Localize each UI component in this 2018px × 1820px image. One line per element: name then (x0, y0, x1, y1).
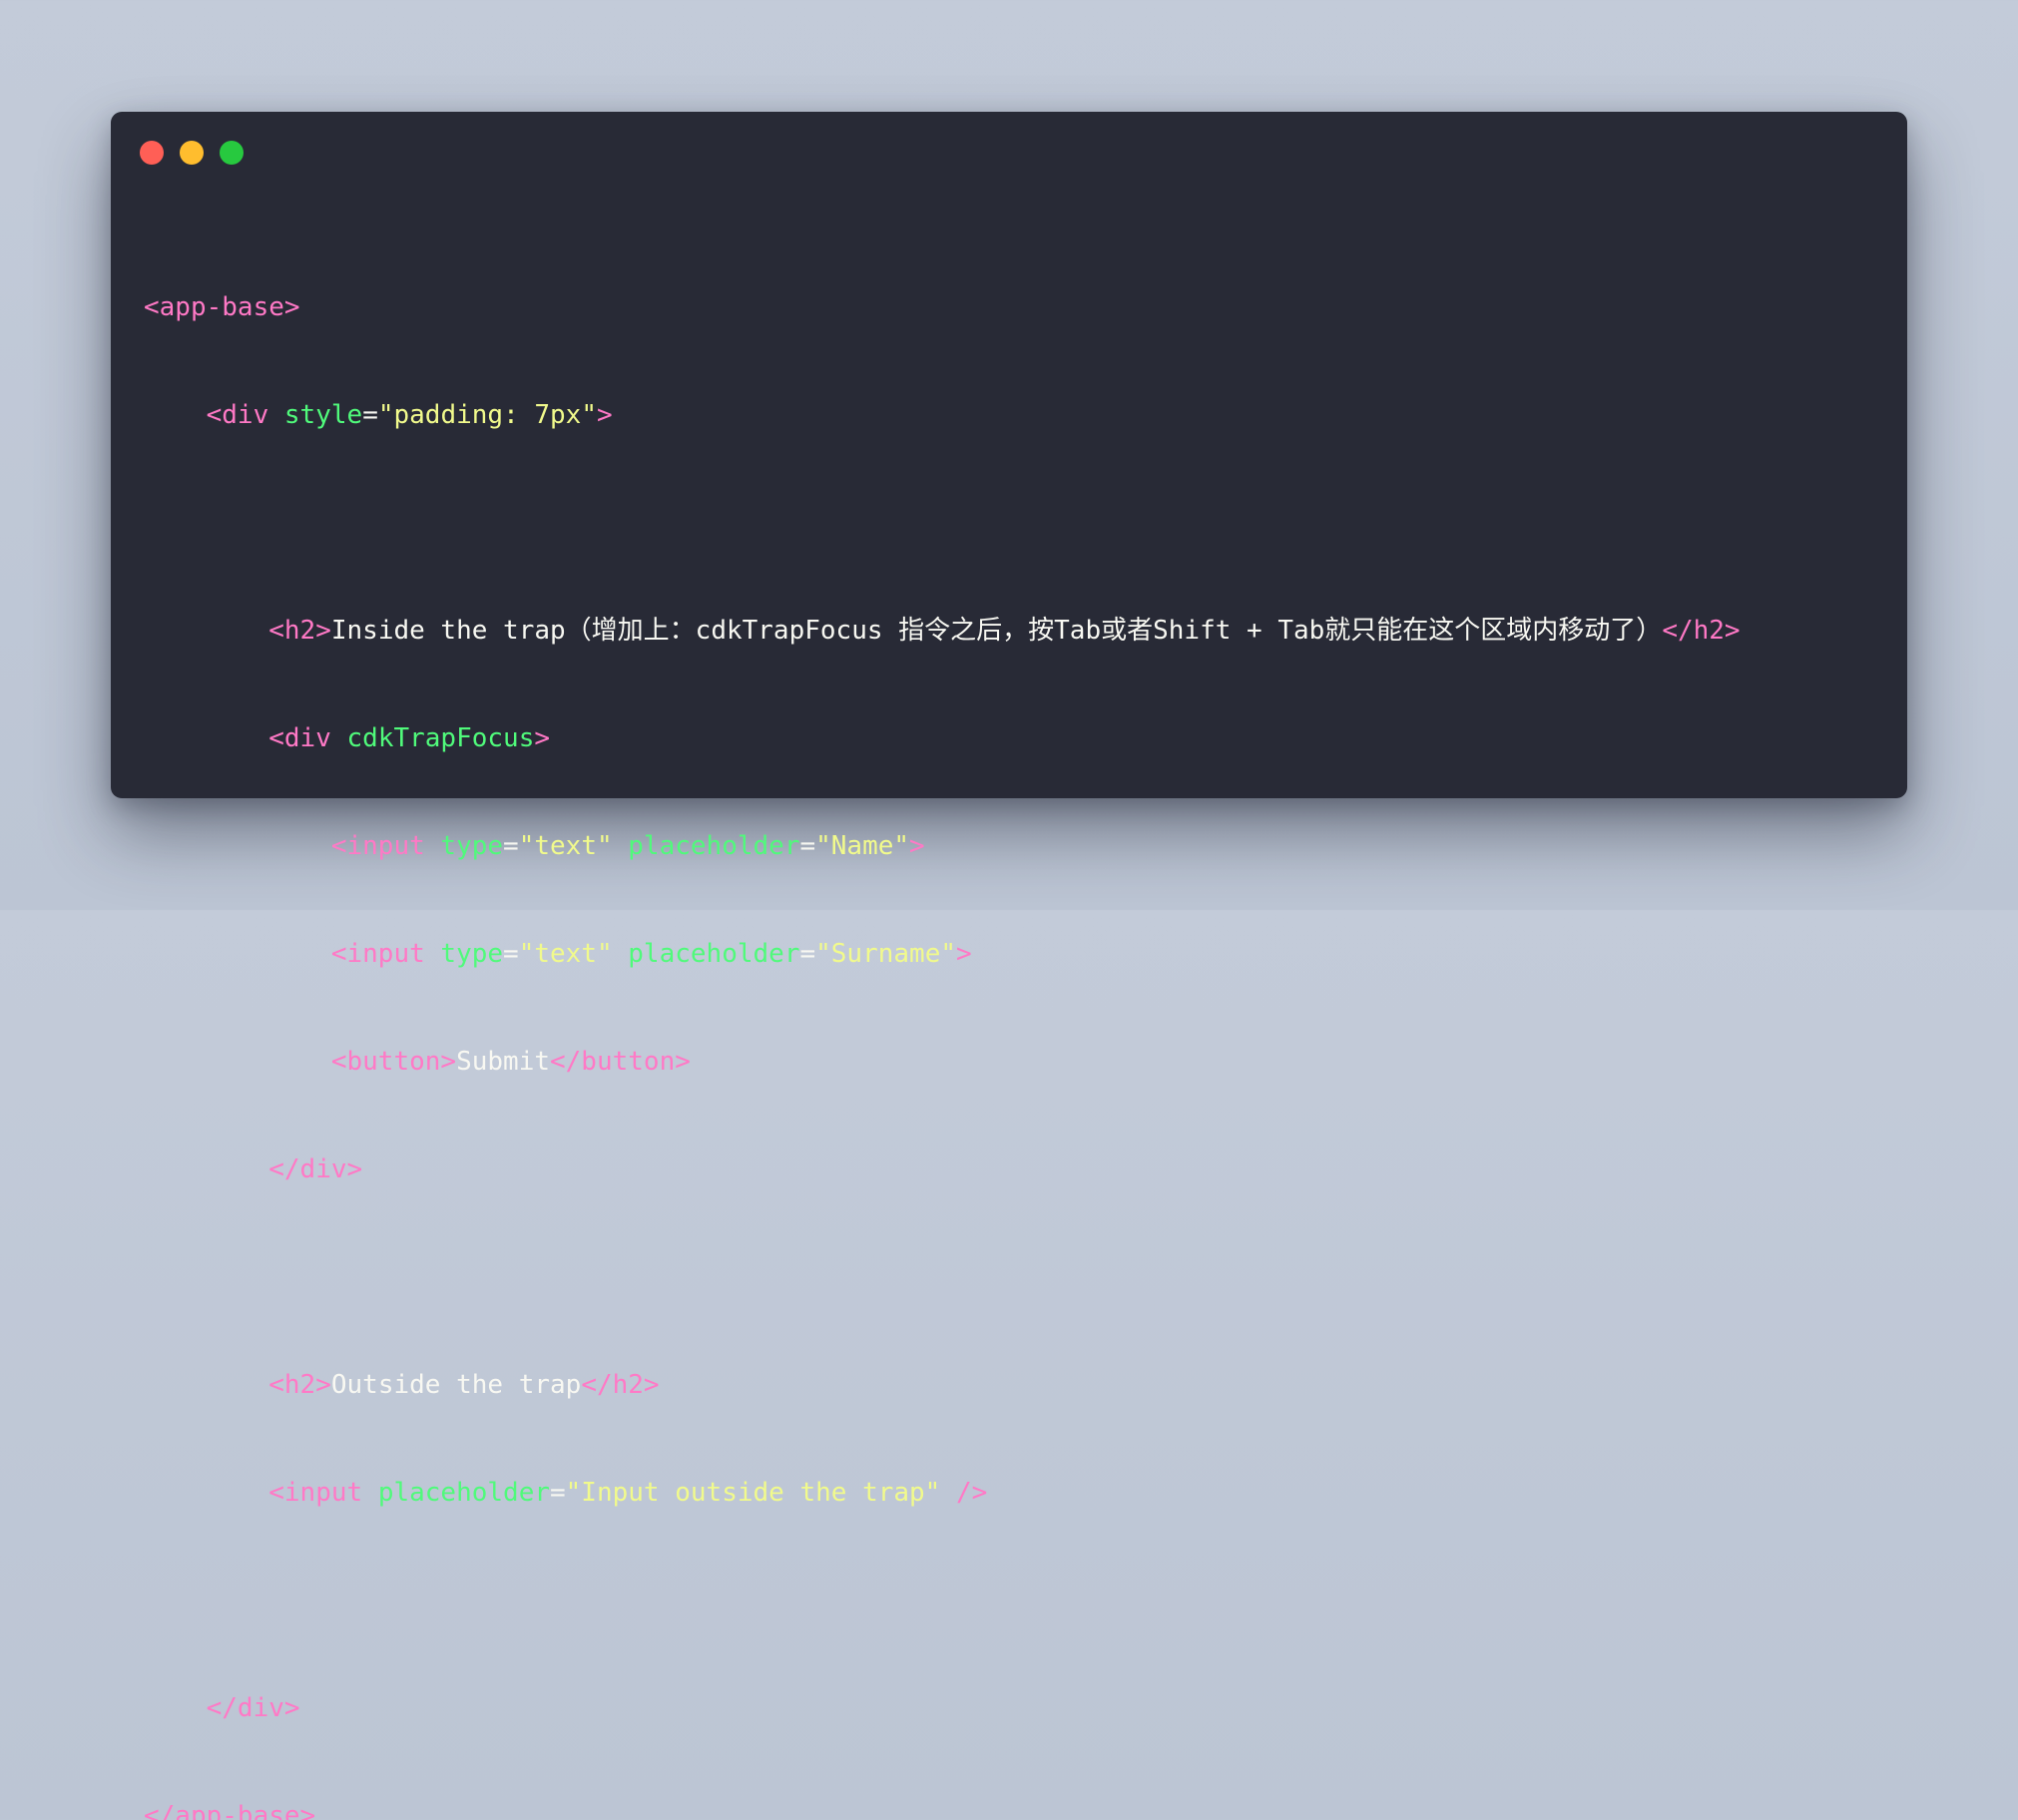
code-block: <app-base> <div style="padding: 7px"> <h… (144, 218, 1741, 1820)
code-token: = (503, 939, 519, 969)
code-line-14: </div> (144, 1690, 1741, 1726)
code-token: "padding: 7px" (377, 400, 597, 430)
close-window-dot[interactable] (140, 141, 164, 165)
code-line-4: <h2>Inside the trap（增加上：cdkTrapFocus 指令之… (144, 613, 1741, 649)
code-token: <h2> (268, 1370, 331, 1400)
code-token: = (503, 831, 519, 861)
maximize-window-dot[interactable] (220, 141, 244, 165)
code-window: <app-base> <div style="padding: 7px"> <h… (111, 112, 1907, 1820)
code-token: </button> (550, 1047, 691, 1077)
code-token: cdkTrapFocus (346, 723, 535, 753)
code-token: type (440, 939, 504, 969)
code-token: > (909, 831, 925, 861)
code-token: "Input outside the trap" (565, 1478, 941, 1508)
code-token: Submit (456, 1047, 550, 1077)
code-token: = (799, 831, 816, 861)
code-token: <div (268, 723, 331, 753)
code-token: "Name" (815, 831, 910, 861)
code-line-7: <input type="text" placeholder="Surname"… (144, 936, 1741, 972)
code-line-11: <h2>Outside the trap</h2> (144, 1367, 1741, 1403)
code-token: > (597, 400, 613, 430)
code-token: style (283, 400, 363, 430)
code-token: <button> (330, 1047, 457, 1077)
code-token: </div> (206, 1693, 300, 1723)
code-line-6: <input type="text" placeholder="Name"> (144, 828, 1741, 864)
code-token: "text" (518, 939, 613, 969)
code-token: <input (330, 939, 425, 969)
code-token: > (534, 723, 551, 753)
code-line-2: <div style="padding: 7px"> (144, 397, 1741, 433)
code-token: placeholder (377, 1478, 550, 1508)
code-token: <input (330, 831, 425, 861)
code-token: <app-base> (144, 292, 300, 322)
code-token: <div (206, 400, 269, 430)
code-token: "text" (518, 831, 613, 861)
code-token: Outside the trap (330, 1370, 582, 1400)
code-token: placeholder (628, 831, 800, 861)
code-token: </app-base> (144, 1801, 316, 1820)
code-token: = (550, 1478, 566, 1508)
code-line-1: <app-base> (144, 289, 1741, 325)
code-token: "Surname" (815, 939, 957, 969)
code-token: > (956, 939, 972, 969)
code-token: = (362, 400, 378, 430)
code-line-12: <input placeholder="Input outside the tr… (144, 1475, 1741, 1511)
code-token: <input (268, 1478, 363, 1508)
code-token: Inside the trap（增加上：cdkTrapFocus 指令之后，按T… (330, 616, 1663, 646)
code-token: </h2> (1662, 616, 1741, 646)
code-line-15: </app-base> (144, 1798, 1741, 1820)
code-token: placeholder (628, 939, 800, 969)
code-line-9: </div> (144, 1151, 1741, 1187)
code-token: </h2> (581, 1370, 660, 1400)
code-token: /> (956, 1478, 988, 1508)
code-token: <h2> (268, 616, 331, 646)
code-token: = (799, 939, 816, 969)
code-token: </div> (268, 1154, 363, 1184)
code-line-8: <button>Submit</button> (144, 1044, 1741, 1080)
minimize-window-dot[interactable] (180, 141, 204, 165)
code-line-5: <div cdkTrapFocus> (144, 720, 1741, 756)
code-token: type (440, 831, 504, 861)
